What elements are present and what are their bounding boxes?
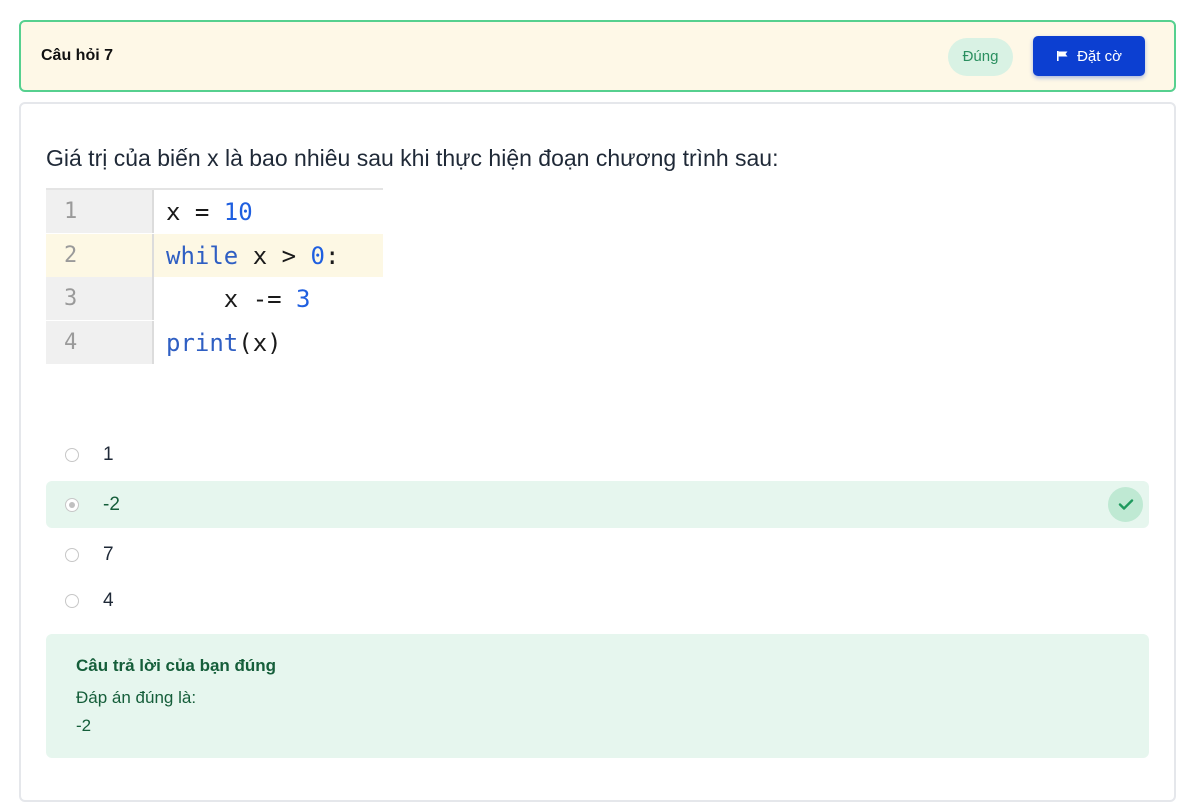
code-token: 10 [223, 197, 253, 226]
code-token: (x) [238, 328, 282, 357]
question-title: Câu hỏi 7 [41, 47, 114, 64]
code-line: 3 x -= 3 [46, 277, 383, 320]
code-token: x > [238, 241, 311, 270]
code-text: while x > 0: [154, 242, 339, 270]
code-line: 4 print(x) [46, 321, 383, 364]
answer-option-correct[interactable]: -2 [46, 481, 1149, 528]
flag-icon [1057, 51, 1068, 61]
option-label: 1 [103, 443, 114, 465]
option-label: 4 [103, 589, 114, 611]
correct-answer-value: -2 [76, 716, 92, 735]
code-block: 1 x = 10 2 while x > 0: 3 x -= 3 4 print… [46, 188, 383, 365]
code-token: 3 [296, 284, 311, 313]
code-line: 1 x = 10 [46, 190, 383, 233]
code-token: x -= [166, 284, 297, 313]
option-label: -2 [103, 493, 120, 515]
code-token: print [166, 328, 239, 357]
answer-option[interactable]: 7 [46, 531, 1149, 578]
flag-button-label: Đặt cờ [1077, 47, 1122, 65]
correct-answer-label: Đáp án đúng là: [76, 688, 197, 707]
check-icon [1108, 487, 1143, 522]
code-token: while [166, 241, 239, 270]
feedback-title: Câu trả lời của bạn đúng [76, 656, 277, 675]
flag-button[interactable]: Đặt cờ [1033, 36, 1145, 76]
radio-button-selected[interactable] [65, 497, 79, 512]
code-token: : [324, 241, 340, 270]
radio-button[interactable] [65, 593, 79, 608]
code-text: print(x) [154, 329, 282, 357]
question-text: Giá trị của biến x là bao nhiêu sau khi … [46, 145, 779, 171]
option-label: 7 [103, 543, 114, 565]
code-token: x = [166, 197, 224, 226]
question-header: Câu hỏi 7 Đúng Đặt cờ [19, 20, 1176, 92]
code-text: x = 10 [154, 198, 253, 226]
answer-option[interactable]: 1 [46, 431, 1149, 478]
code-line: 2 while x > 0: [46, 234, 383, 277]
code-token: 0 [310, 241, 325, 270]
answer-option[interactable]: 4 [46, 577, 1149, 624]
radio-button[interactable] [65, 447, 79, 462]
feedback-panel: Câu trả lời của bạn đúng Đáp án đúng là:… [46, 634, 1149, 758]
line-number: 3 [46, 277, 154, 320]
status-badge: Đúng [948, 38, 1013, 76]
line-number: 1 [46, 190, 154, 233]
line-number: 2 [46, 234, 154, 277]
code-text: x -= 3 [154, 285, 311, 313]
line-number: 4 [46, 321, 154, 364]
radio-button[interactable] [65, 547, 79, 562]
